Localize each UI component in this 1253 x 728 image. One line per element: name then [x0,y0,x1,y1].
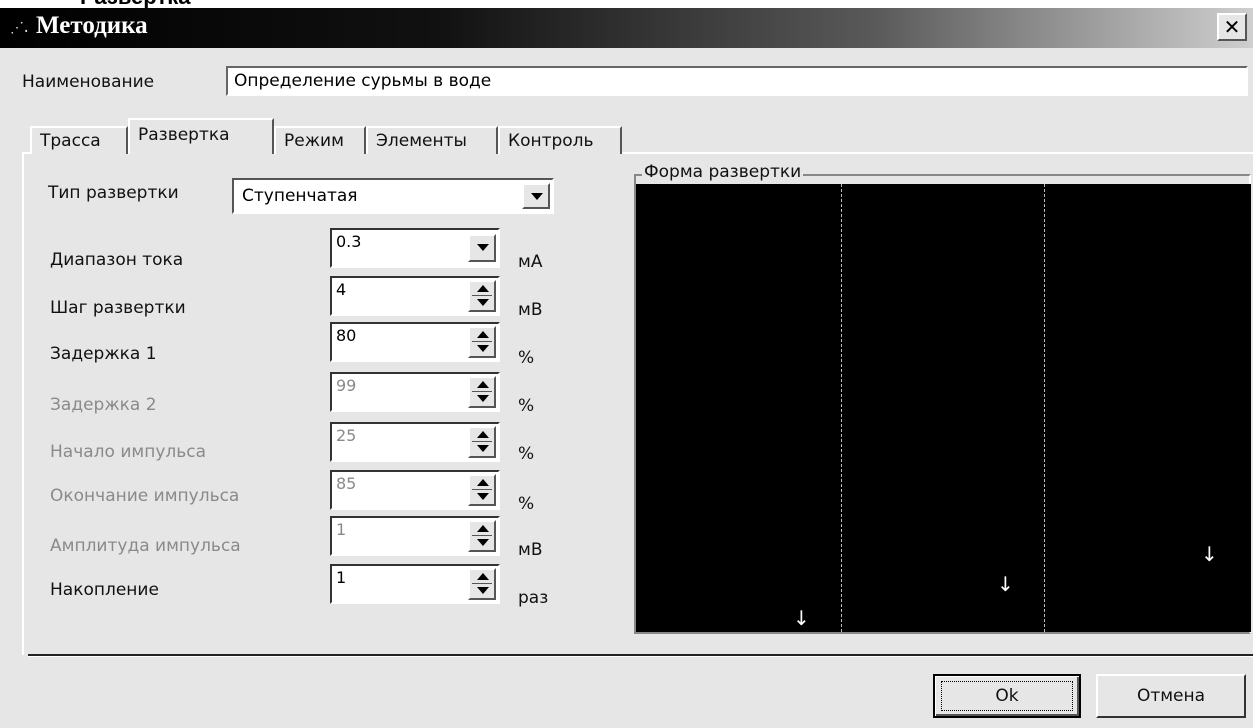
delay1-unit: % [518,348,535,368]
pulse-end-label: Окончание импульса [50,486,240,506]
tab-trassa[interactable]: Трасса [30,126,128,154]
plot-divider-line [1044,184,1045,632]
spin-arrows-icon[interactable] [468,326,496,358]
pulse-end-stepper[interactable]: 85 [330,470,500,510]
pulse-start-label: Начало импульса [50,442,207,462]
pulse-end-unit: % [518,494,535,514]
tab-control[interactable]: Контроль [498,126,622,154]
delay2-stepper[interactable]: 99 [330,372,500,412]
bottom-separator [28,654,1253,657]
close-icon: ✕ [1223,15,1241,39]
accumulation-stepper[interactable]: 1 [330,564,500,604]
sweep-type-label: Тип развертки [48,183,179,203]
close-button[interactable]: ✕ [1217,13,1247,41]
delay2-label: Задержка 2 [50,395,157,415]
plot-divider-line [841,184,842,632]
spin-arrows-icon[interactable] [468,474,496,506]
pulse-amplitude-value: 1 [336,520,347,539]
tab-sweep[interactable]: Развертка [128,118,274,154]
accumulation-value: 1 [336,568,347,587]
spin-arrows-icon[interactable] [468,376,496,408]
cancel-button[interactable]: Отмена [1096,674,1246,718]
tab-mode[interactable]: Режим [274,126,366,154]
ok-button[interactable]: Ok [933,674,1081,718]
spin-arrows-icon[interactable] [468,568,496,600]
delay1-value: 80 [336,326,357,345]
sweep-shape-plot: ↓ ↓ ↓ [636,184,1251,632]
window-title: Методика [36,12,148,39]
sweep-type-select[interactable]: Ступенчатая [232,178,554,214]
accumulation-unit: раз [518,588,549,608]
arrow-down-icon: ↓ [793,606,810,630]
tab-elements[interactable]: Элементы [366,126,498,154]
chevron-down-icon[interactable] [522,183,550,209]
pulse-amplitude-stepper[interactable]: 1 [330,516,500,556]
sweep-step-stepper[interactable]: 4 [330,276,500,316]
spin-arrows-icon[interactable] [468,426,496,458]
chevron-down-icon[interactable] [468,234,496,262]
title-bar[interactable]: ⋰. Методика ✕ [0,8,1253,48]
sweep-step-label: Шаг развертки [50,298,186,318]
cancel-button-label: Отмена [1136,686,1206,706]
current-range-select[interactable]: 0.3 [330,228,500,268]
sweep-type-value: Ступенчатая [242,186,358,206]
sweep-shape-title: Форма развертки [642,162,804,182]
sweep-step-value: 4 [336,280,347,299]
current-range-label: Диапазон тока [50,250,184,270]
pulse-amplitude-label: Амплитуда импульса [50,536,241,556]
pulse-start-value: 25 [336,426,357,445]
delay1-label: Задержка 1 [50,344,157,364]
arrow-down-icon: ↓ [1201,542,1218,566]
accumulation-label: Накопление [50,580,159,600]
sweep-step-unit: мВ [518,300,543,320]
current-range-unit: мА [518,252,543,272]
arrow-down-icon: ↓ [997,572,1014,596]
window-app-icon: ⋰. [10,20,30,36]
pulse-amplitude-unit: мВ [518,540,543,560]
pulse-start-unit: % [518,444,535,464]
name-input[interactable]: Определение сурьмы в воде [226,66,1248,96]
delay1-stepper[interactable]: 80 [330,322,500,362]
delay2-unit: % [518,396,535,416]
current-range-value: 0.3 [336,232,362,251]
delay2-value: 99 [336,376,357,395]
name-label: Наименование [22,72,155,92]
focus-rect [941,681,1073,711]
pulse-start-stepper[interactable]: 25 [330,422,500,462]
spin-arrows-icon[interactable] [468,520,496,552]
pulse-end-value: 85 [336,474,357,493]
spin-arrows-icon[interactable] [468,280,496,312]
